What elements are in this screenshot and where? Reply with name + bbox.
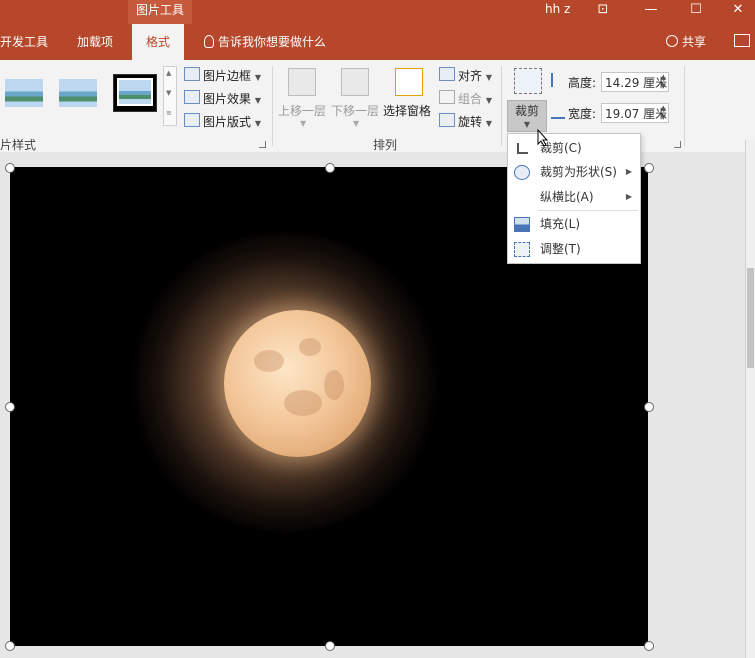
align-icon (439, 67, 455, 81)
resize-handle[interactable] (5, 641, 15, 651)
height-spinner[interactable]: 14.29 厘米 ▲ ▼ (601, 72, 669, 92)
height-icon (551, 73, 565, 87)
bring-forward-icon (288, 68, 316, 96)
group-label-arrange: 排列 (373, 138, 398, 152)
pencil-icon (184, 67, 200, 81)
person-icon (666, 35, 678, 47)
resize-handle[interactable] (325, 641, 335, 651)
send-backward-icon (341, 68, 369, 96)
picture-style-1[interactable] (2, 74, 46, 112)
scrollbar-thumb[interactable] (747, 268, 754, 368)
selection-pane-button[interactable]: 选择窗格 (383, 102, 431, 119)
group-separator (684, 66, 685, 146)
tab-bar (0, 24, 755, 60)
menu-item-fill[interactable]: 填充(L) (508, 212, 640, 236)
align-button[interactable]: 对齐 ▼ (439, 67, 492, 84)
group-separator (272, 66, 273, 146)
lightbulb-icon (204, 35, 214, 48)
rotate-button[interactable]: 旋转 ▼ (439, 113, 492, 130)
crop-dropdown-menu: 裁剪(C) 裁剪为形状(S) ▶ 纵横比(A) ▶ 填充(L) 调整(T) (507, 133, 641, 264)
resize-handle[interactable] (5, 402, 15, 412)
fit-icon (514, 242, 530, 257)
close-button[interactable]: ✕ (720, 0, 755, 24)
fill-icon (514, 217, 530, 232)
picture-effects-button[interactable]: 图片效果 ▼ (184, 90, 261, 107)
user-name[interactable]: hh z (545, 2, 570, 16)
width-spinner[interactable]: 19.07 厘米 ▲ ▼ (601, 103, 669, 123)
resize-handle[interactable] (5, 163, 15, 173)
selection-pane-icon (395, 68, 423, 96)
size-dialog-launcher-icon[interactable] (674, 141, 681, 148)
resize-handle[interactable] (644, 641, 654, 651)
group-button[interactable]: 组合 ▼ (439, 90, 492, 107)
mouse-cursor-icon (537, 129, 549, 147)
height-label: 高度: (568, 76, 597, 90)
width-icon (551, 105, 565, 119)
menu-item-crop[interactable]: 裁剪(C) (508, 136, 640, 160)
picture-style-2[interactable] (56, 74, 100, 112)
layout-icon (184, 113, 200, 127)
group-label-picture-styles: 片样式 (0, 138, 37, 152)
bring-forward-caret: ▼ (300, 119, 307, 128)
group-icon (439, 90, 455, 104)
ribbon-display-options-icon[interactable]: ⊡ (585, 0, 621, 24)
picture-border-button[interactable]: 图片边框 ▼ (184, 67, 261, 84)
menu-item-crop-to-shape[interactable]: 裁剪为形状(S) ▶ (508, 160, 640, 184)
effects-icon (184, 90, 200, 104)
resize-handle[interactable] (644, 163, 654, 173)
dialog-launcher-icon[interactable] (259, 141, 266, 148)
picture-style-3[interactable] (113, 74, 157, 112)
crop-icon (517, 143, 528, 154)
submenu-arrow-icon: ▶ (625, 192, 632, 201)
tell-me-label: 告诉我你想要做什么 (218, 35, 327, 49)
tab-developer[interactable]: 开发工具 (0, 24, 48, 60)
submenu-arrow-icon: ▶ (625, 167, 632, 176)
vertical-scrollbar[interactable] (745, 140, 755, 658)
width-label: 宽度: (568, 107, 597, 121)
menu-item-fit[interactable]: 调整(T) (508, 237, 640, 261)
rotate-icon (439, 113, 455, 127)
context-tab-picture-tools: 图片工具 (128, 0, 192, 24)
shape-icon (514, 165, 530, 180)
send-backward-caret: ▼ (353, 119, 360, 128)
resize-handle[interactable] (325, 163, 335, 173)
menu-item-aspect-ratio[interactable]: 纵横比(A) ▶ (508, 185, 640, 209)
comments-icon[interactable] (734, 34, 750, 47)
moon (224, 310, 371, 457)
tab-format[interactable]: 格式 (132, 24, 185, 60)
tell-me-search[interactable]: 告诉我你想要做什么 (204, 24, 326, 60)
send-backward-button[interactable]: 下移一层 (331, 102, 379, 119)
minimize-button[interactable]: — (633, 0, 669, 24)
bring-forward-button[interactable]: 上移一层 (278, 102, 326, 119)
crop-button[interactable]: 裁剪 ▼ (507, 100, 547, 132)
tab-addins[interactable]: 加载项 (77, 24, 113, 60)
picture-layout-button[interactable]: 图片版式 ▼ (184, 113, 261, 130)
gallery-scroller[interactable]: ▲ ▼ ≡ (163, 66, 177, 126)
share-label: 共享 (682, 35, 707, 49)
menu-separator (538, 210, 638, 211)
crop-picture-icon (514, 68, 542, 94)
resize-handle[interactable] (644, 402, 654, 412)
maximize-button[interactable]: ☐ (678, 0, 714, 24)
share-button[interactable]: 共享 (666, 24, 706, 60)
group-separator (501, 66, 502, 146)
